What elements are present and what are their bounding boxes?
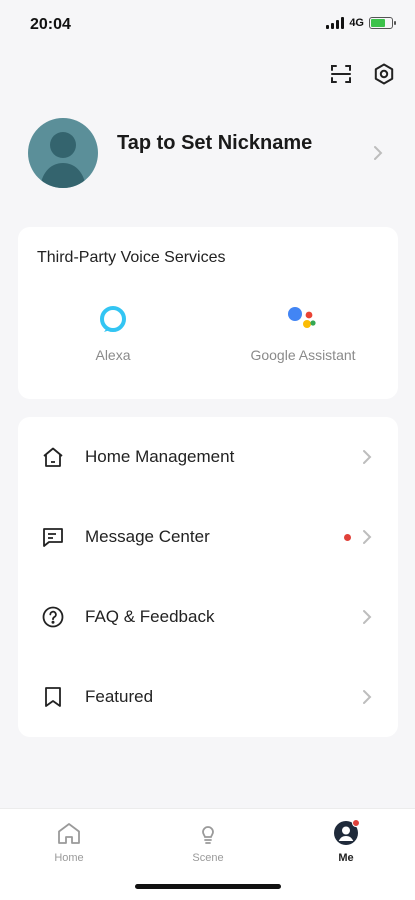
menu-item-label: Home Management (85, 447, 235, 466)
home-indicator[interactable] (135, 884, 281, 889)
message-icon (40, 524, 66, 550)
chevron-right-icon (361, 448, 373, 471)
google-assistant-item[interactable]: Google Assistant (208, 301, 398, 363)
nickname-label[interactable]: Tap to Set Nickname (117, 132, 312, 155)
chevron-right-icon (361, 528, 373, 551)
chevron-right-icon (361, 688, 373, 711)
menu-item-label: Featured (85, 687, 154, 706)
tab-label: Me (338, 852, 354, 864)
settings-icon[interactable] (370, 60, 398, 88)
google-assistant-label: Google Assistant (250, 347, 356, 363)
menu-item-faq-feedback[interactable]: FAQ & Feedback (18, 577, 398, 657)
voice-services-title: Third-Party Voice Services (37, 249, 226, 266)
tab-label: Scene (192, 852, 224, 864)
tab-home[interactable]: Home (19, 819, 119, 864)
bookmark-icon (40, 684, 66, 710)
alexa-icon (93, 301, 133, 337)
tab-scene[interactable]: Scene (158, 819, 258, 864)
lightbulb-icon (193, 819, 223, 847)
tab-me[interactable]: Me (296, 819, 396, 864)
battery-icon (369, 17, 396, 29)
avatar[interactable] (28, 118, 98, 188)
unread-badge (344, 534, 351, 541)
network-label: 4G (349, 17, 364, 29)
me-avatar-icon (331, 819, 361, 847)
alexa-label: Alexa (95, 347, 131, 363)
notification-dot (352, 819, 360, 827)
voice-services-card: Third-Party Voice Services Alexa Google … (18, 227, 398, 399)
menu-item-label: FAQ & Feedback (85, 607, 215, 626)
status-indicators: 4G (326, 17, 396, 29)
menu-item-home-management[interactable]: Home Management (18, 417, 398, 497)
profile-row[interactable]: Tap to Set Nickname (0, 110, 415, 200)
tab-label: Home (54, 852, 84, 864)
question-circle-icon (40, 604, 66, 630)
chevron-right-icon (361, 608, 373, 631)
menu-card: Home Management Message Center FAQ & Fee… (18, 417, 398, 737)
status-bar: 20:04 4G (0, 0, 415, 50)
status-time: 20:04 (30, 16, 71, 33)
house-icon (40, 444, 66, 470)
alexa-item[interactable]: Alexa (18, 301, 208, 363)
signal-icon (326, 17, 345, 29)
google-assistant-icon (283, 301, 323, 337)
chevron-right-icon (372, 144, 384, 167)
menu-item-featured[interactable]: Featured (18, 657, 398, 737)
menu-item-message-center[interactable]: Message Center (18, 497, 398, 577)
menu-item-label: Message Center (85, 527, 210, 546)
scan-icon[interactable] (327, 60, 355, 88)
home-tab-icon (54, 819, 84, 847)
